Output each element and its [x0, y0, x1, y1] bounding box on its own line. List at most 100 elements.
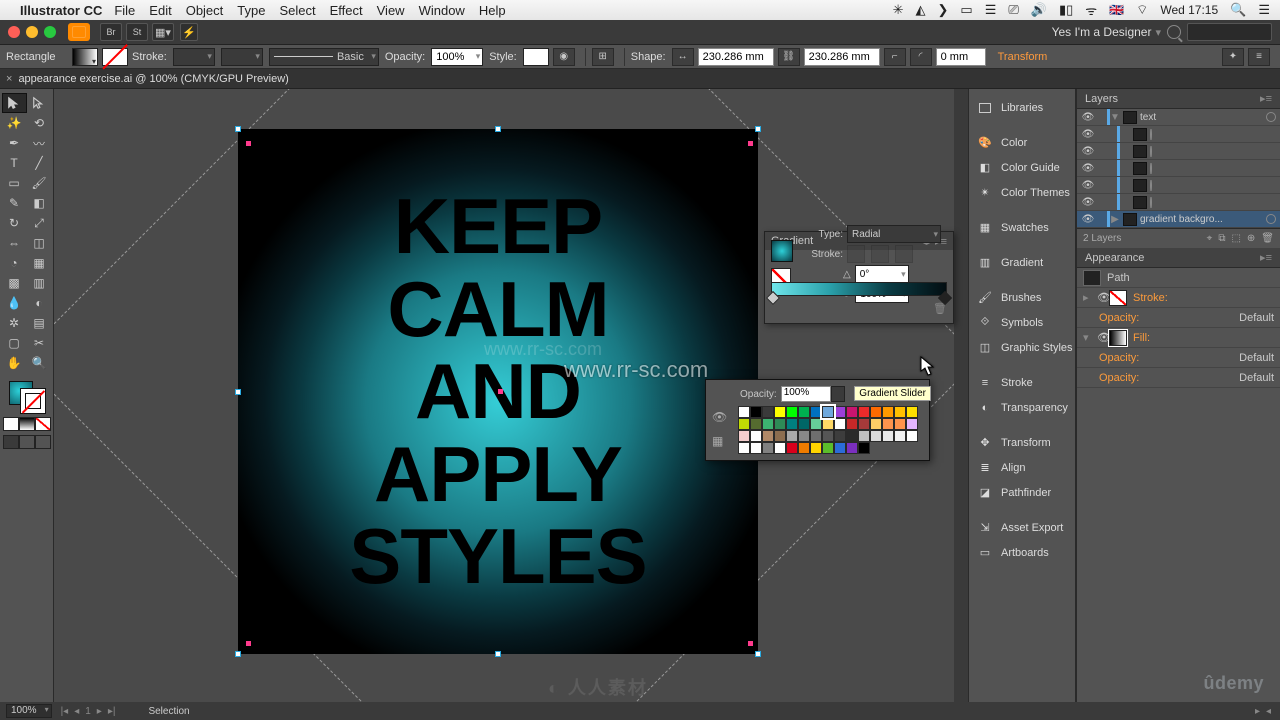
menubar-extra-3[interactable]: ☰	[985, 2, 997, 18]
layer-row[interactable]: 👁	[1077, 194, 1280, 211]
swatch-cell[interactable]	[846, 442, 858, 454]
line-tool[interactable]: ╱	[27, 153, 52, 173]
swatch-cell[interactable]	[762, 430, 774, 442]
swatch-cell[interactable]	[870, 430, 882, 442]
symbol-sprayer-tool[interactable]: ✲	[2, 313, 27, 333]
perspective-tool[interactable]: ▦	[27, 253, 52, 273]
swatch-cell[interactable]	[894, 418, 906, 430]
swatch-cell[interactable]	[798, 442, 810, 454]
swatch-cell[interactable]	[822, 442, 834, 454]
swatch-cell[interactable]	[774, 442, 786, 454]
menu-file[interactable]: File	[114, 3, 135, 18]
swatch-cell[interactable]	[738, 418, 750, 430]
type-tool[interactable]: T	[2, 153, 27, 173]
swatch-cell[interactable]	[750, 418, 762, 430]
swatch-cell[interactable]	[750, 406, 762, 418]
appearance-fill[interactable]: ▾👁Fill:	[1077, 328, 1280, 348]
swatch-cell[interactable]	[882, 418, 894, 430]
eyedropper-tool[interactable]: 💧	[2, 293, 27, 313]
menu-help[interactable]: Help	[479, 3, 506, 18]
magic-wand-tool[interactable]: ✨	[2, 113, 27, 133]
ctrl-menu-button[interactable]: ≡	[1248, 48, 1270, 66]
swatch-cell[interactable]	[822, 418, 834, 430]
document-tab[interactable]: × appearance exercise.ai @ 100% (CMYK/GP…	[0, 69, 1280, 89]
swatch-cell[interactable]	[834, 418, 846, 430]
arrange-docs-button[interactable]: ▦▾	[152, 23, 174, 41]
swatch-cell[interactable]	[738, 406, 750, 418]
swatch-cell[interactable]	[798, 406, 810, 418]
swatch-cell[interactable]	[870, 406, 882, 418]
panel-pathfinder[interactable]: ◪Pathfinder	[969, 480, 1075, 505]
appearance-tab[interactable]: Appearance▸≡	[1077, 248, 1280, 268]
stock-button[interactable]: St	[126, 23, 148, 41]
swatch-cell[interactable]	[858, 406, 870, 418]
gradient-preview[interactable]	[771, 240, 793, 262]
rotate-tool[interactable]: ↻	[2, 213, 27, 233]
shape-builder-tool[interactable]: ◔	[2, 253, 27, 273]
menubar-flag-icon[interactable]: 🇬🇧	[1109, 3, 1124, 17]
style-swatch[interactable]	[523, 48, 549, 66]
swatch-cell[interactable]	[750, 442, 762, 454]
corner-radius-input[interactable]: 0 mm	[936, 48, 986, 66]
slice-tool[interactable]: ✂	[27, 333, 52, 353]
appearance-stroke[interactable]: ▸👁Stroke:	[1077, 288, 1280, 308]
panel-align[interactable]: ≣Align	[969, 455, 1075, 480]
width-tool[interactable]: ⇔	[2, 233, 27, 253]
swatch-cell[interactable]	[894, 430, 906, 442]
stroke-color[interactable]	[21, 389, 45, 413]
curvature-tool[interactable]: 〰	[27, 133, 52, 153]
menu-type[interactable]: Type	[237, 3, 265, 18]
swatch-cell[interactable]	[798, 430, 810, 442]
menubar-battery-icon[interactable]: ▮▯	[1059, 2, 1073, 18]
opacity-input[interactable]: 100%	[431, 48, 483, 66]
swatch-popup[interactable]: Gradient Slider Opacity: 100% 👁 ▦	[705, 379, 930, 461]
menu-select[interactable]: Select	[279, 3, 315, 18]
recolor-button[interactable]: ◉	[553, 48, 575, 66]
layer-row[interactable]: 👁▶gradient backgro...	[1077, 211, 1280, 228]
gradient-tool[interactable]: ▥	[27, 273, 52, 293]
panel-brushes[interactable]: 🖌Brushes	[969, 285, 1075, 310]
menubar-extra-4[interactable]: ⎚	[1008, 2, 1018, 18]
menubar-extra-1[interactable]: ✳︎	[893, 2, 904, 18]
popup-opacity-input[interactable]: 100%	[781, 386, 831, 402]
free-transform-tool[interactable]: ◫	[27, 233, 52, 253]
swatch-cell[interactable]	[774, 430, 786, 442]
layers-footer-buttons[interactable]: ⌖⧉⬚⊕🗑	[1201, 233, 1274, 244]
layer-row[interactable]: 👁▼text	[1077, 109, 1280, 126]
layer-row[interactable]: 👁	[1077, 160, 1280, 177]
appearance-path[interactable]: Path	[1077, 268, 1280, 288]
screen-mode-buttons[interactable]	[3, 435, 51, 449]
swatch-cell[interactable]	[762, 442, 774, 454]
eyedropper-icon[interactable]: 👁	[712, 410, 727, 424]
selection-bounds[interactable]	[238, 129, 758, 654]
menubar-volume-icon[interactable]: 🔊	[1031, 2, 1047, 18]
menubar-display-icon[interactable]: ▭	[960, 2, 972, 18]
swatch-cell[interactable]	[810, 442, 822, 454]
var-width-profile[interactable]	[221, 48, 263, 66]
layers-tab[interactable]: Layers▸≡	[1077, 89, 1280, 109]
panel-transform[interactable]: ✥Transform	[969, 430, 1075, 455]
panel-color-guide[interactable]: ◧Color Guide	[969, 155, 1075, 180]
rectangle-tool[interactable]: ▭	[2, 173, 27, 193]
menubar-clock[interactable]: Wed 17:15	[1160, 3, 1218, 17]
fill-swatch[interactable]: ▾	[72, 48, 98, 66]
search-input[interactable]	[1187, 23, 1272, 41]
swatch-cell[interactable]	[774, 418, 786, 430]
appearance-stroke-opacity[interactable]: Opacity:Default	[1077, 308, 1280, 328]
swatch-cell[interactable]	[750, 430, 762, 442]
swatch-cell[interactable]	[738, 430, 750, 442]
paintbrush-tool[interactable]: 🖌	[27, 173, 52, 193]
menu-window[interactable]: Window	[419, 3, 465, 18]
swatch-cell[interactable]	[822, 430, 834, 442]
gradient-type-combo[interactable]: Radial	[847, 225, 941, 243]
swatch-cell[interactable]	[882, 406, 894, 418]
shape-width-input[interactable]: 230.286 mm	[698, 48, 774, 66]
swatch-cell[interactable]	[786, 418, 798, 430]
brush-def-combo[interactable]: Basic	[269, 48, 379, 66]
selection-tool[interactable]	[2, 93, 27, 113]
layer-row[interactable]: 👁	[1077, 177, 1280, 194]
swatch-cell[interactable]	[906, 418, 918, 430]
swatch-cell[interactable]	[798, 418, 810, 430]
stroke-swatch[interactable]	[102, 48, 128, 66]
direct-selection-tool[interactable]	[27, 93, 52, 113]
